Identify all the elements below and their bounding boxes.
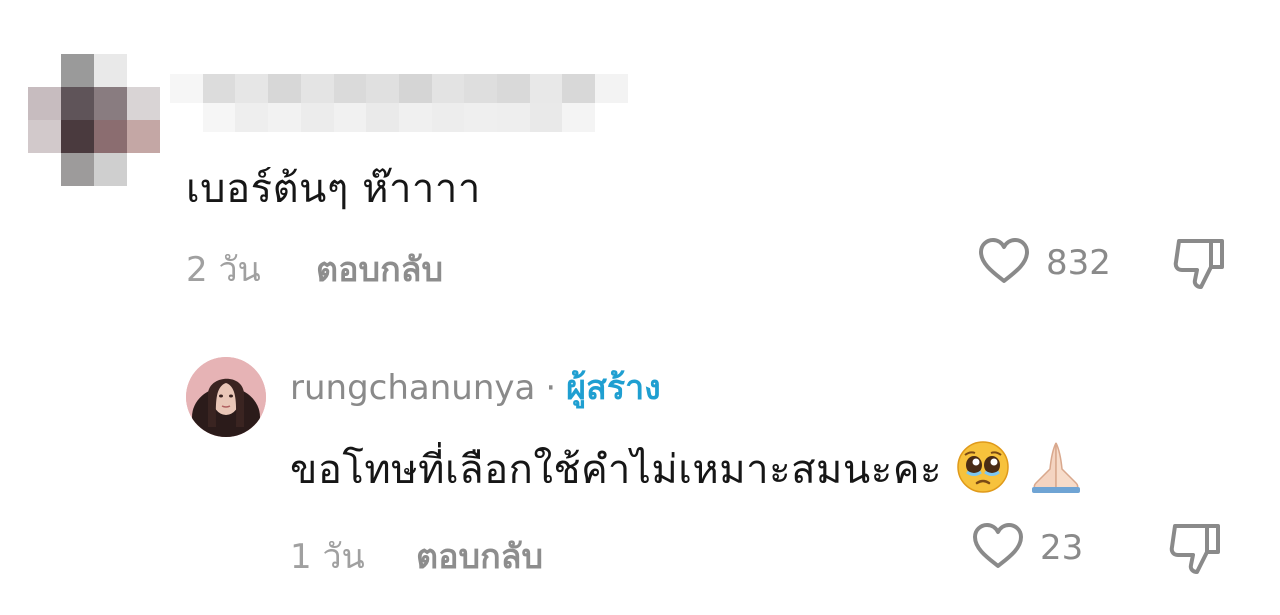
username-blur-pixel <box>268 74 301 103</box>
reply-button[interactable]: ตอบกลับ <box>416 529 543 583</box>
username-blur-pixel <box>529 74 563 103</box>
avatar-pixel <box>94 54 127 87</box>
thumbs-down-icon <box>1166 524 1226 581</box>
comment-time: 1 วัน <box>290 537 365 577</box>
username-blur-pixel <box>333 74 367 103</box>
username-blur-pixel <box>431 74 465 103</box>
avatar-pixel <box>28 54 61 87</box>
username-blur-pixel <box>562 103 596 132</box>
avatar-pixel <box>94 87 127 120</box>
folded-hands-icon <box>1024 439 1088 505</box>
avatar-pixel <box>127 120 160 153</box>
username-blur-pixel <box>398 74 432 103</box>
avatar-pixel <box>61 120 94 153</box>
dislike-button[interactable] <box>1166 521 1226 581</box>
reply-button[interactable]: ตอบกลับ <box>316 242 443 296</box>
username-blur-pixel <box>595 74 628 103</box>
comment-time: 2 วัน <box>186 250 261 290</box>
comment-text: เบอร์ต้นๆ ห๊าาาา <box>186 166 481 212</box>
heart-icon <box>970 521 1026 575</box>
username-blur-pixel <box>595 103 628 132</box>
creator-badge: ผู้สร้าง <box>566 368 661 408</box>
like-button[interactable]: 832 <box>976 236 1111 290</box>
username-blur-pixel <box>235 103 269 132</box>
username-blur-pixel <box>333 103 367 132</box>
avatar-pixel <box>61 87 94 120</box>
separator-dot: · <box>545 368 557 408</box>
username-blur-pixel <box>431 103 465 132</box>
creator-avatar[interactable] <box>186 357 266 437</box>
username-blur-pixel <box>170 74 203 103</box>
reply-header: rungchanunya · ผู้สร้าง <box>290 360 661 414</box>
avatar-pixel <box>28 153 61 186</box>
reply-text: ขอโทษที่เลือกใช้คำไม่เหมาะสมนะคะ <box>290 447 942 493</box>
username-blur-pixel <box>300 103 334 132</box>
username-blur-pixel <box>170 103 203 132</box>
username-blur-pixel <box>497 74 530 103</box>
avatar-pixel <box>28 120 61 153</box>
reply-comment: ขอโทษที่เลือกใช้คำไม่เหมาะสมนะคะ <box>290 437 1088 505</box>
username-blur-pixel <box>235 74 269 103</box>
username-blur-pixel <box>562 74 596 103</box>
avatar-pixel <box>28 87 61 120</box>
like-button[interactable]: 23 <box>970 521 1083 575</box>
username-blur-pixel <box>202 74 236 103</box>
username-blur-pixel <box>497 103 530 132</box>
username-blur-pixel <box>300 74 334 103</box>
avatar-pixel <box>127 54 160 87</box>
username-blur-pixel <box>202 103 236 132</box>
creator-username[interactable]: rungchanunya <box>290 368 535 408</box>
avatar-pixel <box>94 120 127 153</box>
username-blur-pixel <box>464 103 498 132</box>
username-blur-pixel <box>398 103 432 132</box>
blurred-username[interactable] <box>170 74 628 132</box>
avatar-pixel <box>127 87 160 120</box>
username-blur-pixel <box>366 74 399 103</box>
avatar[interactable] <box>28 54 160 186</box>
username-blur-pixel <box>366 103 399 132</box>
avatar-pixel <box>61 153 94 186</box>
avatar-pixel <box>94 153 127 186</box>
username-blur-pixel <box>529 103 563 132</box>
dislike-button[interactable] <box>1170 236 1230 296</box>
avatar-pixel <box>61 54 94 87</box>
thumbs-down-icon <box>1170 239 1230 296</box>
username-blur-pixel <box>268 103 301 132</box>
username-blur-pixel <box>464 74 498 103</box>
avatar-pixel <box>127 153 160 186</box>
heart-icon <box>976 236 1032 290</box>
like-count: 23 <box>1040 528 1084 568</box>
like-count: 832 <box>1046 243 1111 283</box>
pleading-face-icon <box>955 439 1011 505</box>
